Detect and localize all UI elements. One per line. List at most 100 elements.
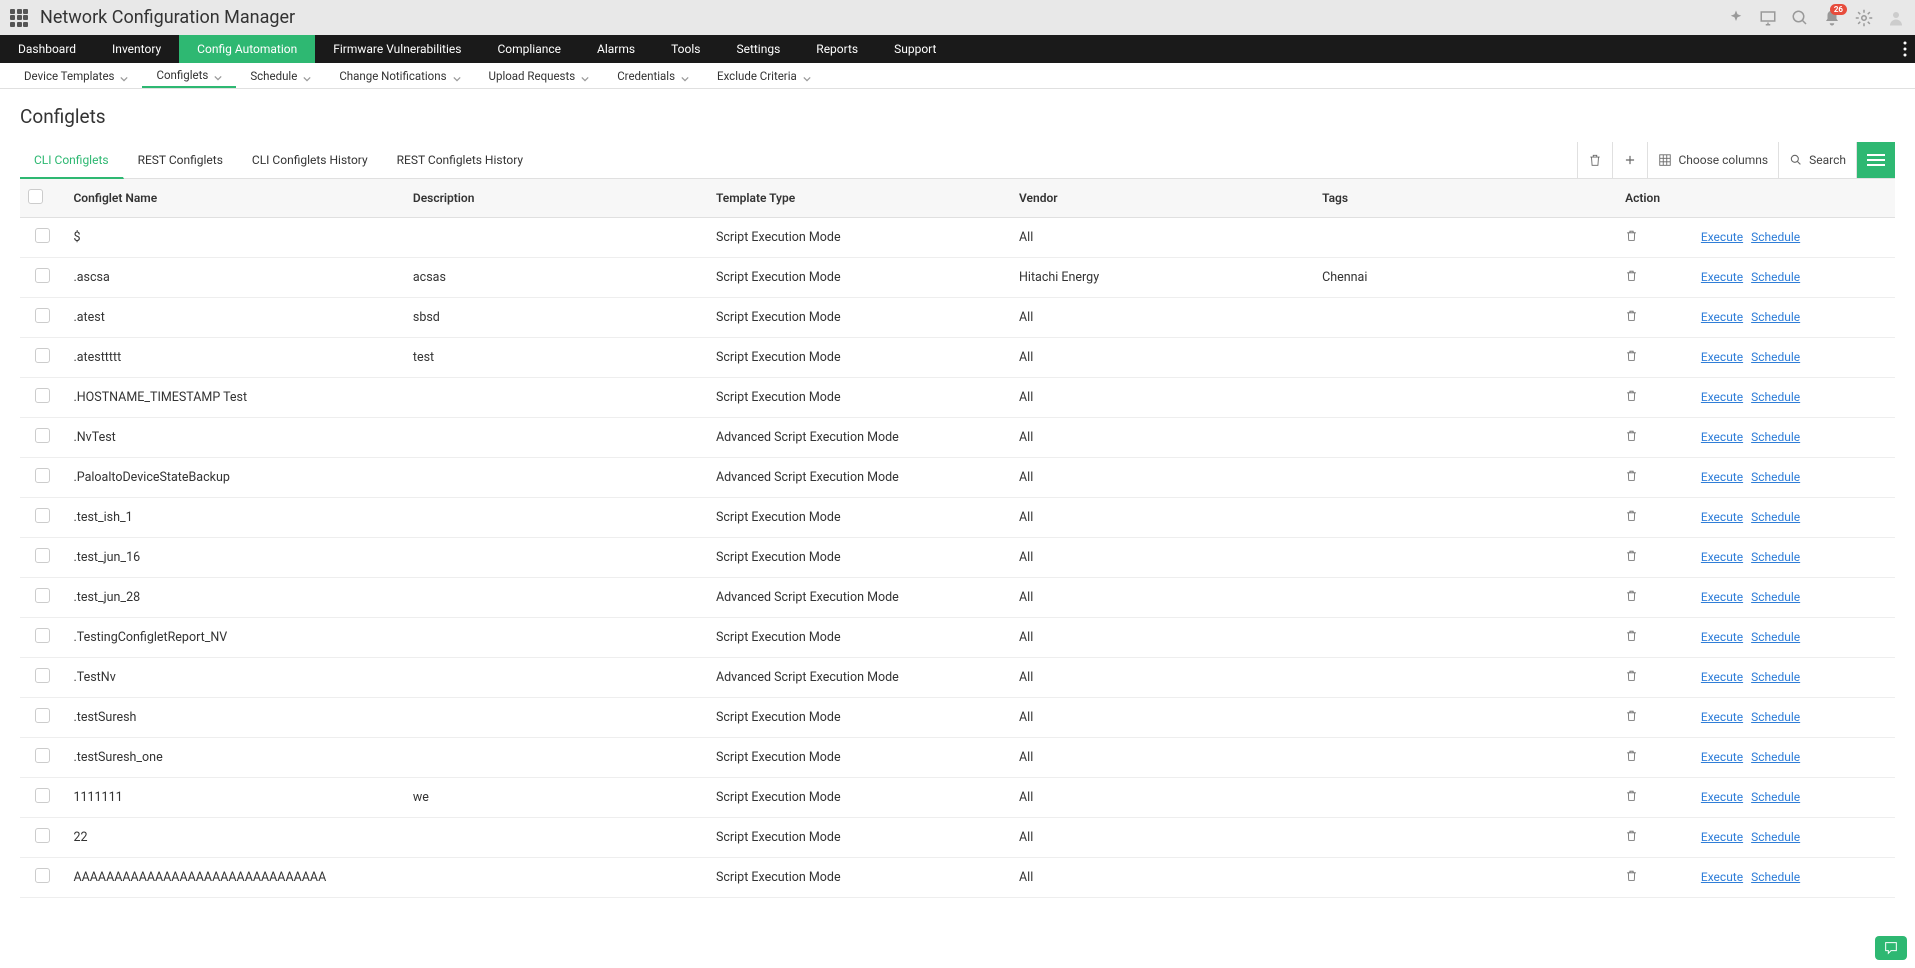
schedule-link[interactable]: Schedule (1751, 590, 1800, 604)
schedule-link[interactable]: Schedule (1751, 830, 1800, 844)
trash-icon[interactable] (1625, 631, 1638, 646)
nav-config-automation[interactable]: Config Automation (179, 35, 315, 63)
execute-link[interactable]: Execute (1701, 550, 1743, 564)
trash-icon[interactable] (1625, 351, 1638, 366)
schedule-link[interactable]: Schedule (1751, 470, 1800, 484)
schedule-link[interactable]: Schedule (1751, 390, 1800, 404)
subnav-schedule[interactable]: Schedule (236, 63, 325, 88)
nav-settings[interactable]: Settings (718, 35, 798, 63)
trash-icon[interactable] (1625, 231, 1638, 246)
execute-link[interactable]: Execute (1701, 670, 1743, 684)
header-vendor[interactable]: Vendor (1011, 179, 1314, 218)
tab-cli-configlets-history[interactable]: CLI Configlets History (238, 143, 383, 178)
header-name[interactable]: Configlet Name (65, 179, 404, 218)
trash-icon[interactable] (1625, 311, 1638, 326)
trash-icon[interactable] (1625, 431, 1638, 446)
header-action[interactable]: Action (1617, 179, 1693, 218)
chat-float-button[interactable] (1875, 936, 1907, 960)
schedule-link[interactable]: Schedule (1751, 710, 1800, 724)
schedule-link[interactable]: Schedule (1751, 870, 1800, 884)
add-button[interactable] (1612, 142, 1647, 178)
trash-icon[interactable] (1625, 471, 1638, 486)
nav-alarms[interactable]: Alarms (579, 35, 653, 63)
trash-icon[interactable] (1625, 831, 1638, 846)
nav-dashboard[interactable]: Dashboard (0, 35, 94, 63)
apps-grid-icon[interactable] (10, 9, 28, 27)
schedule-link[interactable]: Schedule (1751, 310, 1800, 324)
gear-icon[interactable] (1855, 9, 1873, 27)
schedule-link[interactable]: Schedule (1751, 670, 1800, 684)
row-checkbox[interactable] (35, 228, 50, 243)
execute-link[interactable]: Execute (1701, 270, 1743, 284)
row-checkbox[interactable] (35, 308, 50, 323)
execute-link[interactable]: Execute (1701, 630, 1743, 644)
trash-icon[interactable] (1625, 271, 1638, 286)
row-checkbox[interactable] (35, 468, 50, 483)
execute-link[interactable]: Execute (1701, 590, 1743, 604)
search-icon[interactable] (1791, 9, 1809, 27)
subnav-change-notifications[interactable]: Change Notifications (325, 63, 474, 88)
execute-link[interactable]: Execute (1701, 230, 1743, 244)
schedule-link[interactable]: Schedule (1751, 630, 1800, 644)
schedule-link[interactable]: Schedule (1751, 350, 1800, 364)
execute-link[interactable]: Execute (1701, 750, 1743, 764)
search-button[interactable]: Search (1778, 142, 1856, 178)
row-checkbox[interactable] (35, 428, 50, 443)
subnav-upload-requests[interactable]: Upload Requests (475, 63, 604, 88)
row-checkbox[interactable] (35, 828, 50, 843)
subnav-credentials[interactable]: Credentials (603, 63, 703, 88)
nav-firmware-vulnerabilities[interactable]: Firmware Vulnerabilities (315, 35, 479, 63)
trash-icon[interactable] (1625, 591, 1638, 606)
row-checkbox[interactable] (35, 708, 50, 723)
row-checkbox[interactable] (35, 268, 50, 283)
subnav-exclude-criteria[interactable]: Exclude Criteria (703, 63, 825, 88)
trash-icon[interactable] (1625, 751, 1638, 766)
tab-cli-configlets[interactable]: CLI Configlets (20, 143, 124, 179)
execute-link[interactable]: Execute (1701, 510, 1743, 524)
row-checkbox[interactable] (35, 508, 50, 523)
choose-columns-button[interactable]: Choose columns (1647, 142, 1778, 178)
trash-icon[interactable] (1625, 791, 1638, 806)
trash-icon[interactable] (1625, 711, 1638, 726)
execute-link[interactable]: Execute (1701, 790, 1743, 804)
row-checkbox[interactable] (35, 388, 50, 403)
execute-link[interactable]: Execute (1701, 310, 1743, 324)
subnav-configlets[interactable]: Configlets (142, 63, 236, 88)
delete-button[interactable] (1577, 142, 1612, 178)
tab-rest-configlets[interactable]: REST Configlets (124, 143, 238, 178)
execute-link[interactable]: Execute (1701, 870, 1743, 884)
trash-icon[interactable] (1625, 511, 1638, 526)
row-checkbox[interactable] (35, 748, 50, 763)
schedule-link[interactable]: Schedule (1751, 510, 1800, 524)
select-all-checkbox[interactable] (28, 189, 43, 204)
more-icon[interactable] (1903, 35, 1907, 63)
presentation-icon[interactable] (1759, 9, 1777, 27)
nav-inventory[interactable]: Inventory (94, 35, 179, 63)
row-checkbox[interactable] (35, 548, 50, 563)
trash-icon[interactable] (1625, 671, 1638, 686)
execute-link[interactable]: Execute (1701, 470, 1743, 484)
row-checkbox[interactable] (35, 348, 50, 363)
schedule-link[interactable]: Schedule (1751, 790, 1800, 804)
nav-tools[interactable]: Tools (653, 35, 718, 63)
execute-link[interactable]: Execute (1701, 710, 1743, 724)
trash-icon[interactable] (1625, 551, 1638, 566)
header-tags[interactable]: Tags (1314, 179, 1617, 218)
row-checkbox[interactable] (35, 788, 50, 803)
row-checkbox[interactable] (35, 868, 50, 883)
trash-icon[interactable] (1625, 391, 1638, 406)
row-checkbox[interactable] (35, 628, 50, 643)
rocket-icon[interactable] (1727, 9, 1745, 27)
row-checkbox[interactable] (35, 588, 50, 603)
tab-rest-configlets-history[interactable]: REST Configlets History (383, 143, 538, 178)
nav-compliance[interactable]: Compliance (479, 35, 579, 63)
schedule-link[interactable]: Schedule (1751, 230, 1800, 244)
schedule-link[interactable]: Schedule (1751, 750, 1800, 764)
schedule-link[interactable]: Schedule (1751, 270, 1800, 284)
header-template-type[interactable]: Template Type (708, 179, 1011, 218)
trash-icon[interactable] (1625, 871, 1638, 886)
nav-reports[interactable]: Reports (798, 35, 876, 63)
notifications-icon[interactable]: 26 (1823, 9, 1841, 27)
execute-link[interactable]: Execute (1701, 830, 1743, 844)
execute-link[interactable]: Execute (1701, 350, 1743, 364)
